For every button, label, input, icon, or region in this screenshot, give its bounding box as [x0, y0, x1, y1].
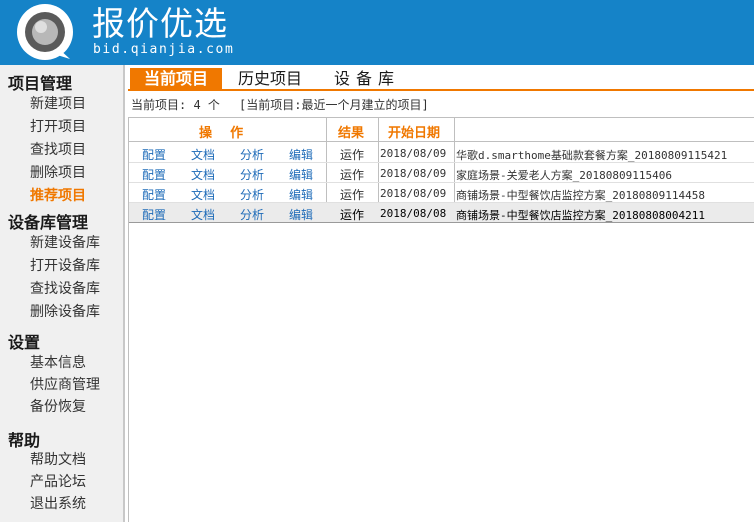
date-cell: 2018/08/09: [380, 167, 447, 180]
filter-description: [当前项目:最近一个月建立的项目]: [239, 98, 429, 112]
projects-table: 操 作 结果 开始日期 配置 文档 分析 编辑 运作 2018/08/09 华歌…: [128, 117, 754, 522]
sidebar: 项目管理 新建项目 打开项目 查找项目 删除项目 推荐项目 设备库管理 新建设备…: [0, 65, 125, 522]
config-link[interactable]: 配置: [142, 206, 166, 223]
sidebar-item-recommended-project[interactable]: 推荐项目: [30, 185, 86, 205]
sidebar-item-find-library[interactable]: 查找设备库: [30, 278, 100, 298]
sidebar-item-backup[interactable]: 备份恢复: [30, 396, 86, 416]
analyze-link[interactable]: 分析: [240, 146, 264, 163]
table-row[interactable]: 配置 文档 分析 编辑 运作 2018/08/09 华歌d.smarthome基…: [129, 143, 754, 163]
table-header: 操 作 结果 开始日期: [129, 118, 754, 142]
table-row-selected[interactable]: 配置 文档 分析 编辑 运作 2018/08/08 商铺场景-中型餐饮店监控方案…: [129, 203, 754, 223]
document-link[interactable]: 文档: [191, 186, 215, 203]
analyze-link[interactable]: 分析: [240, 206, 264, 223]
config-link[interactable]: 配置: [142, 166, 166, 183]
table-row[interactable]: 配置 文档 分析 编辑 运作 2018/08/09 家庭场景-关爱老人方案_20…: [129, 163, 754, 183]
brand-title: 报价优选: [92, 4, 228, 43]
project-count: 当前项目: 4 个: [131, 98, 220, 112]
date-cell: 2018/08/09: [380, 187, 447, 200]
sidebar-item-delete-project[interactable]: 删除项目: [30, 162, 86, 182]
sidebar-section-project: 项目管理: [8, 74, 73, 93]
edit-link[interactable]: 编辑: [289, 166, 313, 183]
result-cell: 运作: [340, 188, 365, 202]
header-start-date: 开始日期: [388, 126, 441, 141]
sidebar-item-new-library[interactable]: 新建设备库: [30, 232, 100, 252]
edit-link[interactable]: 编辑: [289, 146, 313, 163]
tab-current-projects[interactable]: 当前项目: [130, 68, 222, 89]
tab-history-projects[interactable]: 历史项目: [238, 68, 302, 89]
config-link[interactable]: 配置: [142, 146, 166, 163]
result-cell: 运作: [340, 148, 365, 162]
analyze-link[interactable]: 分析: [240, 186, 264, 203]
header-operations: 操 作: [199, 126, 244, 141]
logo-icon: [17, 4, 73, 60]
sidebar-item-logout[interactable]: 退出系统: [30, 493, 86, 513]
header-result: 结果: [338, 126, 365, 141]
document-link[interactable]: 文档: [191, 206, 215, 223]
project-name[interactable]: 家庭场景-关爱老人方案_20180809115406: [456, 167, 672, 183]
sidebar-section-library: 设备库管理: [8, 213, 89, 232]
sidebar-item-open-library[interactable]: 打开设备库: [30, 255, 100, 275]
tab-device-library[interactable]: 设备库: [334, 68, 400, 89]
sidebar-item-find-project[interactable]: 查找项目: [30, 139, 86, 159]
result-cell: 运作: [340, 208, 365, 222]
sidebar-item-help-docs[interactable]: 帮助文档: [30, 449, 86, 469]
edit-link[interactable]: 编辑: [289, 206, 313, 223]
document-link[interactable]: 文档: [191, 166, 215, 183]
tab-bar: 当前项目 历史项目 设备库: [128, 67, 754, 91]
sidebar-item-open-project[interactable]: 打开项目: [30, 116, 86, 136]
date-cell: 2018/08/09: [380, 147, 447, 160]
table-row[interactable]: 配置 文档 分析 编辑 运作 2018/08/09 商铺场景-中型餐饮店监控方案…: [129, 183, 754, 203]
config-link[interactable]: 配置: [142, 186, 166, 203]
sidebar-item-new-project[interactable]: 新建项目: [30, 93, 86, 113]
sidebar-item-delete-library[interactable]: 删除设备库: [30, 301, 100, 321]
sidebar-item-forum[interactable]: 产品论坛: [30, 471, 86, 491]
app-header: 报价优选 bid.qianjia.com: [0, 0, 754, 65]
project-name[interactable]: 商铺场景-中型餐饮店监控方案_20180808004211: [456, 207, 705, 223]
edit-link[interactable]: 编辑: [289, 186, 313, 203]
date-cell: 2018/08/08: [380, 207, 447, 220]
sidebar-item-basic-info[interactable]: 基本信息: [30, 352, 86, 372]
brand-subtitle: bid.qianjia.com: [93, 42, 235, 57]
result-cell: 运作: [340, 168, 365, 182]
sidebar-item-supplier[interactable]: 供应商管理: [30, 374, 100, 394]
analyze-link[interactable]: 分析: [240, 166, 264, 183]
sidebar-section-help: 帮助: [8, 431, 41, 450]
sidebar-section-settings: 设置: [8, 333, 41, 352]
document-link[interactable]: 文档: [191, 146, 215, 163]
project-name[interactable]: 商铺场景-中型餐饮店监控方案_20180809114458: [456, 187, 705, 203]
project-name[interactable]: 华歌d.smarthome基础款套餐方案_20180809115421: [456, 147, 727, 163]
